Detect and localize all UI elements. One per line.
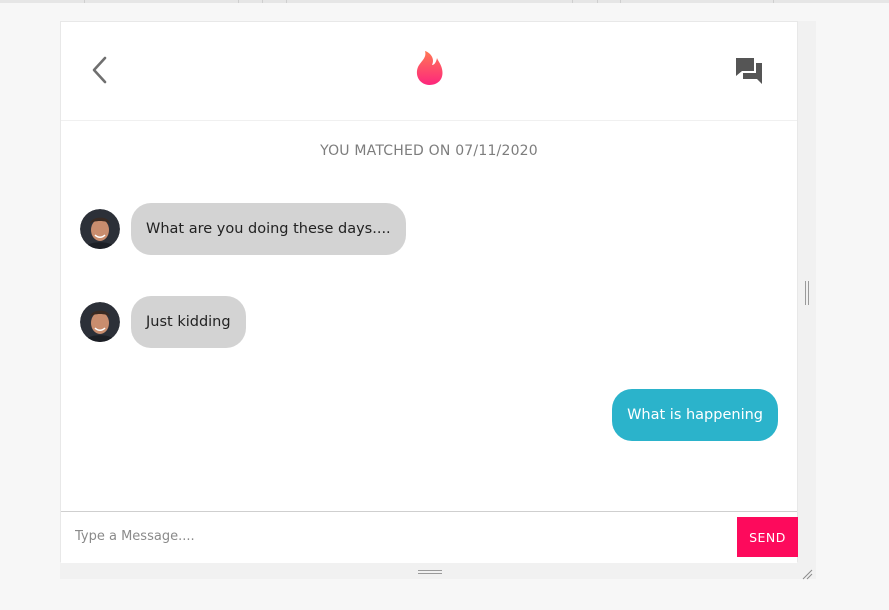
incoming-message-bubble: What are you doing these days....: [131, 203, 406, 255]
chat-window: YOU MATCHED ON 07/11/2020 What are you d…: [60, 21, 798, 563]
message-input[interactable]: [61, 512, 731, 561]
window-top-strip: [0, 0, 889, 3]
avatar[interactable]: [80, 302, 120, 342]
horizontal-resize-grip[interactable]: [418, 570, 442, 575]
message-row: What is happening: [61, 389, 797, 443]
outgoing-message-bubble: What is happening: [612, 389, 778, 441]
forum-chat-icon[interactable]: [733, 55, 765, 87]
match-date-banner: YOU MATCHED ON 07/11/2020: [320, 143, 538, 159]
message-row: Just kidding: [61, 296, 797, 350]
message-composer: SEND: [61, 511, 798, 563]
vertical-resize-grip[interactable]: [805, 281, 810, 305]
flame-icon: [411, 48, 447, 88]
incoming-message-bubble: Just kidding: [131, 296, 246, 348]
chat-header: [61, 22, 797, 121]
chevron-left-icon[interactable]: [87, 52, 115, 88]
avatar[interactable]: [80, 209, 120, 249]
message-row: What are you doing these days....: [61, 203, 797, 257]
resize-corner-icon[interactable]: [801, 565, 813, 580]
send-button[interactable]: SEND: [737, 517, 798, 557]
